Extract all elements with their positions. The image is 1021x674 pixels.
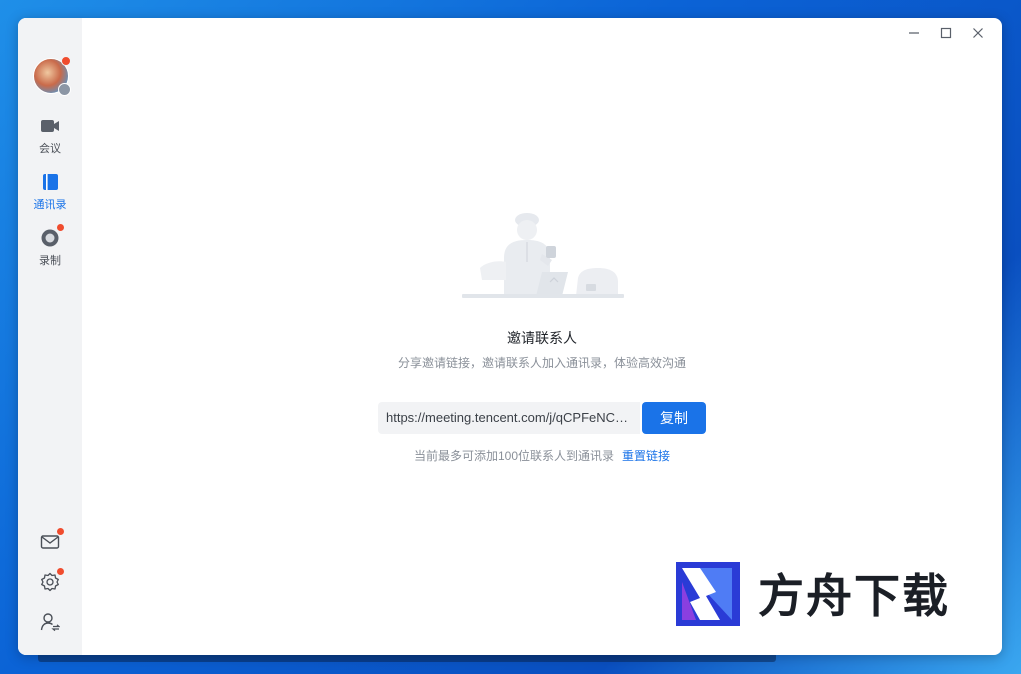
sidebar-item-recording[interactable]: 录制 [18, 224, 82, 274]
notification-badge [57, 568, 64, 575]
record-icon [40, 224, 64, 248]
settings-gear-icon[interactable] [40, 568, 64, 592]
invite-link-field[interactable]: https://meeting.tencent.com/j/qCPFeNCL..… [378, 402, 640, 434]
notification-badge [57, 224, 64, 231]
page-title: 邀请联系人 [507, 330, 577, 346]
main-content: 邀请联系人 分享邀请链接，邀请联系人加入通讯录，体验高效沟通 https://m… [82, 18, 1002, 655]
reset-link-button[interactable]: 重置链接 [622, 449, 670, 463]
sidebar-item-meetings[interactable]: 会议 [18, 116, 82, 162]
mail-icon[interactable] [40, 528, 64, 552]
user-switch-icon[interactable] [40, 612, 61, 632]
app-window: 会议 通讯录 录制 邀请联系人 分享邀请链接，邀请联系人加入通讯录，体验高效沟通… [18, 18, 1002, 655]
contacts-book-icon [40, 172, 60, 192]
sidebar-item-label: 会议 [39, 143, 61, 155]
sidebar: 会议 通讯录 录制 [18, 18, 82, 655]
sidebar-item-contacts[interactable]: 通讯录 [18, 172, 82, 218]
copy-button[interactable]: 复制 [642, 402, 706, 434]
notification-badge [57, 528, 64, 535]
invite-illustration [462, 213, 624, 298]
hint-text: 当前最多可添加100位联系人到通讯录 [413, 449, 614, 463]
fangzhou-logo-icon [676, 562, 740, 626]
status-icon [58, 83, 71, 96]
sidebar-item-label: 通讯录 [33, 199, 67, 211]
page-subtitle: 分享邀请链接，邀请联系人加入通讯录，体验高效沟通 [397, 356, 686, 370]
video-camera-icon [40, 116, 60, 136]
watermark: 方舟下载 [676, 562, 976, 628]
watermark-text: 方舟下载 [758, 569, 950, 623]
sidebar-item-label: 录制 [39, 255, 61, 267]
invite-link-row: https://meeting.tencent.com/j/qCPFeNCL..… [378, 402, 706, 434]
avatar[interactable] [33, 56, 71, 96]
avatar-notification-badge [61, 56, 71, 66]
contact-limit-hint: 当前最多可添加100位联系人到通讯录 重置链接 [82, 447, 1002, 464]
